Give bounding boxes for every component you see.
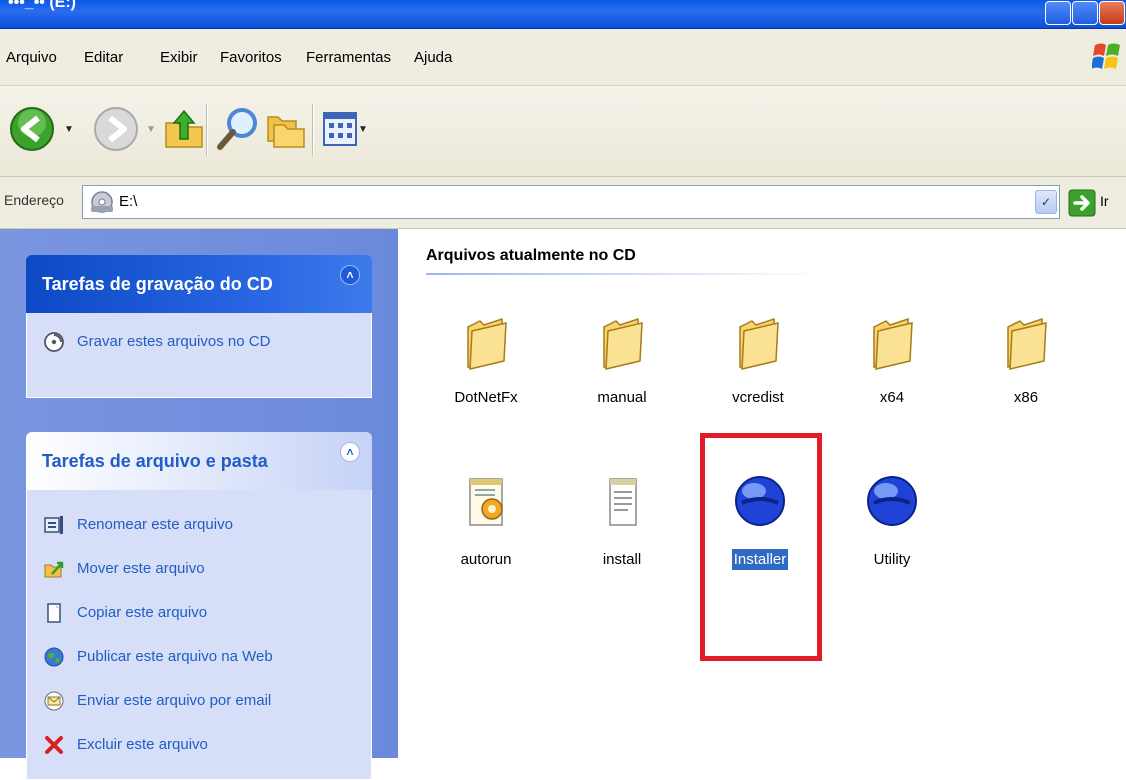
folder-x64[interactable]: x64 [832, 311, 952, 421]
views-dropdown-icon[interactable]: ▼ [358, 124, 368, 135]
group-divider [426, 273, 824, 275]
task-label[interactable]: Excluir este arquivo [77, 736, 208, 753]
copy-icon [47, 603, 61, 623]
burn-cd-icon [44, 332, 64, 352]
forward-icon[interactable] [92, 105, 140, 153]
search-icon[interactable] [214, 105, 262, 153]
task-email[interactable]: Enviar este arquivo por email [27, 680, 371, 724]
menu-bar: Arquivo Editar Exibir Favoritos Ferramen… [0, 29, 1126, 86]
maximize-button[interactable] [1072, 1, 1098, 25]
forward-dropdown-icon[interactable]: ▼ [146, 124, 156, 135]
menu-editar[interactable]: Editar [84, 49, 123, 67]
toolbar: ▼ ▼ ▼ [0, 86, 1126, 177]
menu-exibir[interactable]: Exibir [160, 49, 198, 67]
item-label[interactable]: DotNetFx [452, 387, 519, 408]
item-label[interactable]: Utility [872, 549, 913, 570]
folder-icon [873, 317, 913, 370]
item-label[interactable]: manual [595, 387, 648, 408]
go-button[interactable]: Ir [1100, 193, 1109, 209]
item-label[interactable]: autorun [459, 549, 514, 570]
publish-web-icon [44, 647, 64, 667]
folder-x86[interactable]: x86 [966, 311, 1086, 421]
task-label[interactable]: Copiar este arquivo [77, 604, 207, 621]
task-label[interactable]: Publicar este arquivo na Web [77, 648, 273, 665]
back-dropdown-icon[interactable]: ▼ [64, 124, 74, 135]
address-field[interactable]: E:\ ✓ [82, 185, 1060, 219]
address-bar: Endereço E:\ ✓ Ir [0, 177, 1126, 229]
close-button[interactable] [1099, 1, 1125, 25]
menu-ajuda[interactable]: Ajuda [414, 49, 452, 67]
rename-icon [44, 516, 63, 534]
task-move[interactable]: Mover este arquivo [27, 548, 371, 592]
task-rename[interactable]: Renomear este arquivo [27, 504, 371, 548]
file-tasks-header[interactable]: Tarefas de arquivo e pasta ˄ [26, 432, 372, 490]
folder-icon [739, 317, 779, 370]
folder-dotnetfx[interactable]: DotNetFx [426, 311, 546, 421]
cd-drive-icon [91, 191, 113, 213]
task-copy[interactable]: Copiar este arquivo [27, 592, 371, 636]
item-label[interactable]: vcredist [730, 387, 786, 408]
task-publish-web[interactable]: Publicar este arquivo na Web [27, 636, 371, 680]
go-arrow-icon[interactable] [1068, 189, 1096, 217]
task-label[interactable]: Enviar este arquivo por email [77, 692, 271, 709]
group-title: Arquivos atualmente no CD [426, 247, 636, 264]
windows-logo-icon [1092, 43, 1120, 69]
item-label[interactable]: x86 [1012, 387, 1040, 408]
task-label[interactable]: Mover este arquivo [77, 560, 205, 577]
address-value[interactable]: E:\ [119, 193, 137, 210]
utility-app-icon [867, 476, 917, 526]
setup-info-icon [469, 478, 503, 526]
cd-tasks-header[interactable]: Tarefas de gravação do CD ˄ [26, 255, 372, 313]
folder-icon [1007, 317, 1047, 370]
folder-icon [467, 317, 507, 370]
folder-icon [603, 317, 643, 370]
file-tasks-panel: Tarefas de arquivo e pasta ˄ Renomear es… [26, 432, 372, 780]
email-icon [44, 691, 64, 711]
menu-ferramentas[interactable]: Ferramentas [306, 49, 391, 67]
minimize-button[interactable] [1045, 1, 1071, 25]
title-bar: •••_•• (E:) [0, 0, 1126, 29]
up-folder-icon[interactable] [160, 105, 208, 153]
back-icon[interactable] [8, 105, 56, 153]
cd-tasks-panel: Tarefas de gravação do CD ˄ Gravar estes… [26, 255, 372, 398]
task-pane: Tarefas de gravação do CD ˄ Gravar estes… [0, 229, 398, 780]
file-tasks-title: Tarefas de arquivo e pasta [42, 451, 268, 471]
folder-vcredist[interactable]: vcredist [698, 311, 818, 421]
task-label[interactable]: Renomear este arquivo [77, 516, 233, 533]
file-view: Arquivos atualmente no CD DotNetFx manua… [398, 229, 1126, 758]
task-delete[interactable]: Excluir este arquivo [27, 724, 371, 768]
collapse-chevron-icon[interactable]: ˄ [340, 442, 360, 462]
task-label[interactable]: Gravar estes arquivos no CD [77, 333, 270, 350]
cd-tasks-title: Tarefas de gravação do CD [42, 274, 273, 294]
file-install[interactable]: install [562, 473, 682, 583]
menu-arquivo[interactable]: Arquivo [6, 49, 57, 67]
address-dropdown-icon[interactable]: ✓ [1035, 190, 1057, 214]
task-burn-cd[interactable]: Gravar estes arquivos no CD [27, 321, 371, 365]
file-utility[interactable]: Utility [832, 473, 952, 583]
installer-highlight-box [700, 433, 822, 661]
file-autorun[interactable]: autorun [426, 473, 546, 583]
delete-icon [45, 736, 63, 754]
cd-tasks-body: Gravar estes arquivos no CD [26, 313, 372, 398]
address-label: Endereço [4, 192, 64, 208]
window-title: •••_•• (E:) [8, 0, 77, 11]
move-icon [44, 561, 64, 578]
folders-icon[interactable] [262, 105, 310, 153]
item-label[interactable]: install [601, 549, 643, 570]
text-file-icon [609, 478, 637, 526]
item-label[interactable]: x64 [878, 387, 906, 408]
menu-favoritos[interactable]: Favoritos [220, 49, 282, 67]
folder-manual[interactable]: manual [562, 311, 682, 421]
file-tasks-body: Renomear este arquivo Mover este arquivo… [26, 490, 372, 780]
collapse-chevron-icon[interactable]: ˄ [340, 265, 360, 285]
